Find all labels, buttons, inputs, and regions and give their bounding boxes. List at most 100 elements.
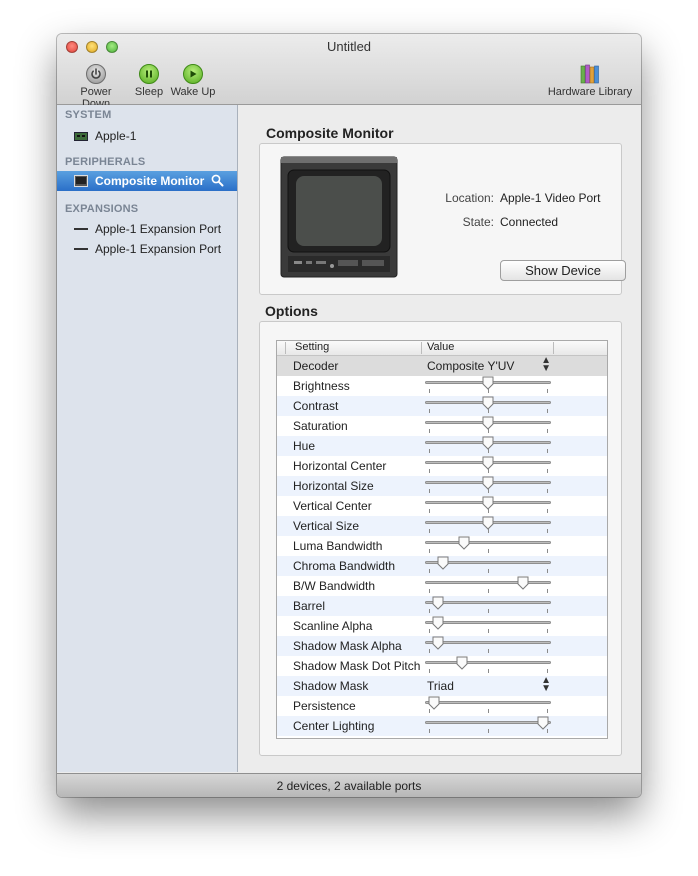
table-row[interactable]: Hue <box>277 436 607 456</box>
table-row[interactable]: Scanline Alpha <box>277 616 607 636</box>
setting-label: B/W Bandwidth <box>293 579 376 593</box>
slider-track <box>425 721 551 724</box>
setting-label: Scanline Alpha <box>293 619 373 633</box>
slider-thumb[interactable] <box>428 696 440 710</box>
table-row[interactable]: Brightness <box>277 376 607 396</box>
monitor-icon <box>74 175 88 187</box>
table-row[interactable]: Vertical Size <box>277 516 607 536</box>
slider-tick <box>429 729 430 733</box>
slider-thumb[interactable] <box>482 416 494 430</box>
sidebar-item-composite-monitor[interactable]: Composite Monitor <box>57 171 237 191</box>
slider-thumb[interactable] <box>482 456 494 470</box>
slider-thumb[interactable] <box>482 396 494 410</box>
slider-tick <box>429 629 430 633</box>
table-row[interactable]: Center Lighting <box>277 716 607 736</box>
table-row[interactable]: Decoder Composite Y'UV ▲ ▼ <box>277 356 607 376</box>
sidebar-item-expansion-port-2[interactable]: Apple-1 Expansion Port <box>57 239 237 259</box>
slider-tick <box>547 489 548 493</box>
value-slider[interactable] <box>423 436 553 456</box>
slider-thumb[interactable] <box>432 616 444 630</box>
value-slider[interactable] <box>423 376 553 396</box>
slider-tick <box>547 469 548 473</box>
value-slider[interactable] <box>423 716 553 736</box>
value-slider[interactable] <box>423 476 553 496</box>
table-row[interactable]: Shadow Mask Triad ▲ ▼ <box>277 676 607 696</box>
setting-label: Horizontal Center <box>293 459 387 473</box>
value-slider[interactable] <box>423 616 553 636</box>
slider-thumb[interactable] <box>482 376 494 390</box>
value-slider[interactable] <box>423 656 553 676</box>
value-slider[interactable] <box>423 596 553 616</box>
table-row[interactable]: Barrel <box>277 596 607 616</box>
slider-tick <box>488 569 489 573</box>
slider-thumb[interactable] <box>482 516 494 530</box>
slider-thumb[interactable] <box>517 576 529 590</box>
expansion-slot-icon <box>74 227 88 231</box>
show-device-button[interactable]: Show Device <box>500 260 626 281</box>
value-slider[interactable] <box>423 396 553 416</box>
value-slider[interactable] <box>423 636 553 656</box>
value-slider[interactable] <box>423 516 553 536</box>
value-slider[interactable] <box>423 696 553 716</box>
table-row[interactable]: Horizontal Center <box>277 456 607 476</box>
slider-thumb[interactable] <box>482 476 494 490</box>
hardware-library-button[interactable]: Hardware Library <box>545 64 635 98</box>
value-popup[interactable]: Composite Y'UV ▲ ▼ <box>427 356 551 374</box>
table-row[interactable]: Horizontal Size <box>277 476 607 496</box>
value-slider[interactable] <box>423 496 553 516</box>
value-popup[interactable]: Triad ▲ ▼ <box>427 675 551 694</box>
sidebar-item-apple-1[interactable]: Apple-1 <box>57 126 237 146</box>
setting-label: Shadow Mask <box>293 679 369 693</box>
play-icon <box>183 64 203 84</box>
table-row[interactable]: Persistence <box>277 696 607 716</box>
slider-thumb[interactable] <box>458 536 470 550</box>
slider-track <box>425 701 551 704</box>
slider-tick <box>488 669 489 673</box>
col-setting-header[interactable]: Setting <box>295 341 329 353</box>
magnifier-icon[interactable] <box>211 174 224 190</box>
setting-label: Decoder <box>293 359 339 373</box>
detail-pane: Composite Monitor Location: Apple-1 Vide… <box>238 105 641 772</box>
value-slider[interactable] <box>423 456 553 476</box>
updown-arrows-icon: ▲ ▼ <box>541 675 551 694</box>
value-slider[interactable] <box>423 536 553 556</box>
value-slider[interactable] <box>423 556 553 576</box>
col-value-header[interactable]: Value <box>427 341 454 353</box>
sleep-button[interactable]: Sleep <box>133 64 165 98</box>
table-row[interactable]: Luma Bandwidth <box>277 536 607 556</box>
table-row[interactable]: Shadow Mask Dot Pitch <box>277 656 607 676</box>
setting-label: Brightness <box>293 379 350 393</box>
table-row[interactable]: Vertical Center <box>277 496 607 516</box>
device-info-box: Location: Apple-1 Video Port State: Conn… <box>259 143 626 295</box>
slider-tick <box>429 409 430 413</box>
slider-tick <box>429 469 430 473</box>
slider-tick <box>488 589 489 593</box>
table-row[interactable]: Shadow Mask Alpha <box>277 636 607 656</box>
power-icon <box>86 64 106 84</box>
sidebar-item-expansion-port-1[interactable]: Apple-1 Expansion Port <box>57 219 237 239</box>
setting-label: Horizontal Size <box>293 479 374 493</box>
slider-thumb[interactable] <box>432 596 444 610</box>
slider-thumb[interactable] <box>482 436 494 450</box>
books-icon <box>579 64 601 84</box>
setting-label: Center Lighting <box>293 719 375 733</box>
slider-tick <box>429 549 430 553</box>
slider-tick <box>547 529 548 533</box>
slider-thumb[interactable] <box>432 636 444 650</box>
slider-thumb[interactable] <box>482 496 494 510</box>
value-slider[interactable] <box>423 576 553 596</box>
table-row[interactable]: Contrast <box>277 396 607 416</box>
table-row[interactable]: B/W Bandwidth <box>277 576 607 596</box>
slider-thumb[interactable] <box>456 656 468 670</box>
table-row[interactable]: Chroma Bandwidth <box>277 556 607 576</box>
app-window: Untitled Power Down Sleep Wake Up Hardwa… <box>57 34 641 797</box>
computer-board-icon <box>74 131 88 141</box>
table-row[interactable]: Saturation <box>277 416 607 436</box>
wake-up-button[interactable]: Wake Up <box>169 64 217 98</box>
power-down-button[interactable]: Power Down <box>65 64 127 110</box>
slider-thumb[interactable] <box>537 716 549 730</box>
value-slider[interactable] <box>423 416 553 436</box>
slider-tick <box>547 709 548 713</box>
slider-thumb[interactable] <box>437 556 449 570</box>
wake-up-label: Wake Up <box>170 86 216 98</box>
